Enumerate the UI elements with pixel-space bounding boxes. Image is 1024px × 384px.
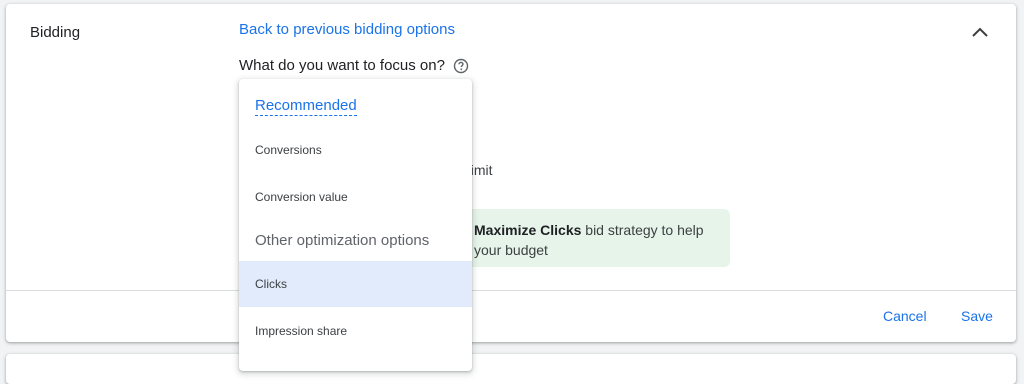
- cancel-button[interactable]: Cancel: [883, 308, 927, 324]
- info-line1: bid strategy to help: [581, 222, 704, 238]
- option-conversion-value[interactable]: Conversion value: [239, 174, 472, 220]
- back-to-previous-bidding-options-link[interactable]: Back to previous bidding options: [239, 21, 455, 38]
- collapse-button[interactable]: [968, 20, 992, 44]
- section-title: Bidding: [30, 24, 81, 41]
- save-button[interactable]: Save: [961, 308, 993, 324]
- option-impression-share[interactable]: Impression share: [239, 308, 472, 354]
- strategy-info-box: Maximize Clicks bid strategy to help you…: [450, 209, 730, 267]
- footer-divider: [6, 290, 1016, 291]
- focus-question-label: What do you want to focus on?: [239, 57, 445, 74]
- next-section-card: [6, 354, 1016, 384]
- option-conversions[interactable]: Conversions: [239, 127, 472, 173]
- help-circle-icon[interactable]: [453, 58, 469, 74]
- focus-question: What do you want to focus on?: [239, 57, 469, 74]
- info-line2: your budget: [474, 242, 548, 258]
- other-options-header: Other optimization options: [255, 232, 430, 249]
- chevron-up-icon: [972, 27, 988, 37]
- info-strategy-name: Maximize Clicks: [474, 222, 582, 238]
- option-clicks[interactable]: Clicks: [239, 261, 472, 307]
- focus-dropdown-menu: Recommended Conversions Conversion value…: [239, 79, 472, 371]
- recommended-header: Recommended: [255, 97, 357, 116]
- bidding-card: Bidding Back to previous bidding options…: [6, 4, 1016, 342]
